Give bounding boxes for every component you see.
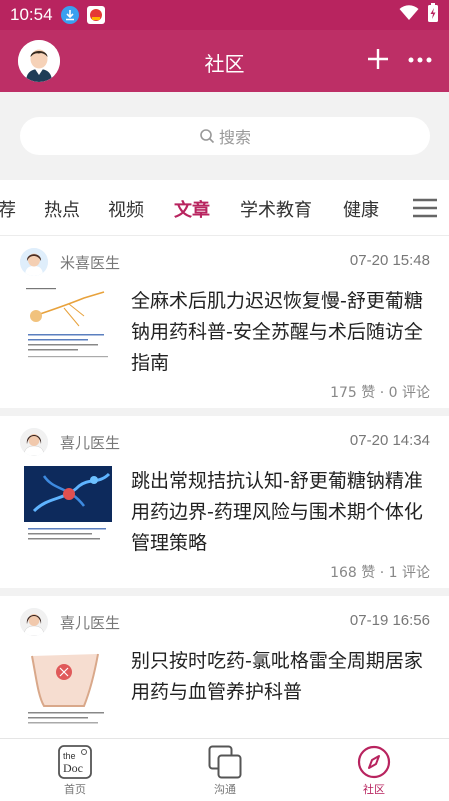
post-title: 别只按时吃药-氯吡格雷全周期居家用药与血管养护科普: [131, 650, 423, 703]
search-icon: [200, 129, 215, 144]
post-date: 07-20 14:34: [349, 432, 430, 449]
search-area: 搜索: [0, 92, 449, 180]
compass-icon: [357, 745, 391, 779]
the-doc-logo-icon: the Doc: [58, 745, 92, 779]
author-avatar: [20, 248, 48, 276]
post-title: 跳出常规拮抗认知-舒更葡糖钠精准用药边界-药理风险与围术期个体化管理策略: [131, 470, 423, 554]
app-header: 社区: [0, 30, 449, 92]
post-title: 全麻术后肌力迟迟恢复慢-舒更葡糖钠用药科普-安全苏醒与术后随访全指南: [131, 290, 423, 374]
nav-home-label: 首页: [64, 783, 86, 796]
post-date: 07-19 16:56: [349, 612, 430, 629]
post-feed: 米喜医生 07-20 15:48 全麻术后肌力迟迟恢复慢-舒更葡糖钠用药科普-安…: [0, 236, 449, 738]
download-icon: [60, 6, 79, 24]
add-post-button[interactable]: [363, 44, 393, 74]
post-thumbnail: [24, 466, 112, 548]
tab-menu-button[interactable]: [401, 180, 449, 235]
status-bar: 10:54: [0, 0, 449, 30]
post-stats: 175 赞 · 0 评论: [330, 385, 430, 401]
plus-icon: [368, 49, 388, 69]
bottom-navigation: the Doc 首页 沟通 社区: [0, 738, 449, 800]
nav-communicate-label: 沟通: [214, 783, 236, 796]
post-thumbnail: [24, 646, 112, 728]
author-name: 喜儿医生: [60, 614, 121, 632]
battery-icon: [427, 3, 439, 27]
nav-community-label: 社区: [363, 783, 385, 796]
post-card[interactable]: 喜儿医生 07-20 14:34 跳出常规拮抗认知-舒更葡糖钠精准用药边界-药理…: [0, 416, 449, 596]
more-options-button[interactable]: [405, 44, 435, 74]
wifi-icon: [399, 5, 419, 25]
nav-home[interactable]: the Doc 首页: [0, 739, 150, 801]
logo-text-top: the: [63, 751, 76, 761]
tab-health[interactable]: 健康: [343, 196, 379, 222]
author-name: 米喜医生: [60, 254, 121, 272]
logo-text-bottom: Doc: [63, 761, 83, 775]
post-card[interactable]: 米喜医生 07-20 15:48 全麻术后肌力迟迟恢复慢-舒更葡糖钠用药科普-安…: [0, 236, 449, 416]
tab-academic[interactable]: 学术教育: [240, 196, 312, 222]
app-notification-icon: [86, 6, 105, 24]
post-thumbnail: [24, 286, 112, 368]
search-placeholder: 搜索: [218, 128, 251, 147]
chat-squares-icon: [208, 745, 242, 779]
post-date: 07-20 15:48: [349, 252, 430, 269]
author-avatar: [20, 608, 48, 636]
author-avatar: [20, 428, 48, 456]
tab-recommend[interactable]: 荐: [0, 196, 16, 222]
post-card[interactable]: 喜儿医生 07-19 16:56 别只按时吃药-氯吡格雷全周期居家用药与血管养护…: [0, 596, 449, 738]
tab-video[interactable]: 视频: [108, 196, 144, 222]
search-input[interactable]: 搜索: [20, 117, 430, 155]
nav-communicate[interactable]: 沟通: [150, 739, 300, 801]
nav-community[interactable]: 社区: [299, 739, 449, 801]
author-name: 喜儿医生: [60, 434, 121, 452]
more-dots-icon: [408, 57, 432, 63]
hamburger-icon: [413, 198, 437, 218]
post-stats: 168 赞 · 1 评论: [330, 565, 430, 581]
tab-articles[interactable]: 文章: [174, 196, 210, 222]
status-time: 10:54: [10, 5, 53, 24]
tab-hot[interactable]: 热点: [44, 196, 80, 222]
category-tabs: 荐 热点 视频 文章 学术教育 健康: [0, 180, 449, 236]
